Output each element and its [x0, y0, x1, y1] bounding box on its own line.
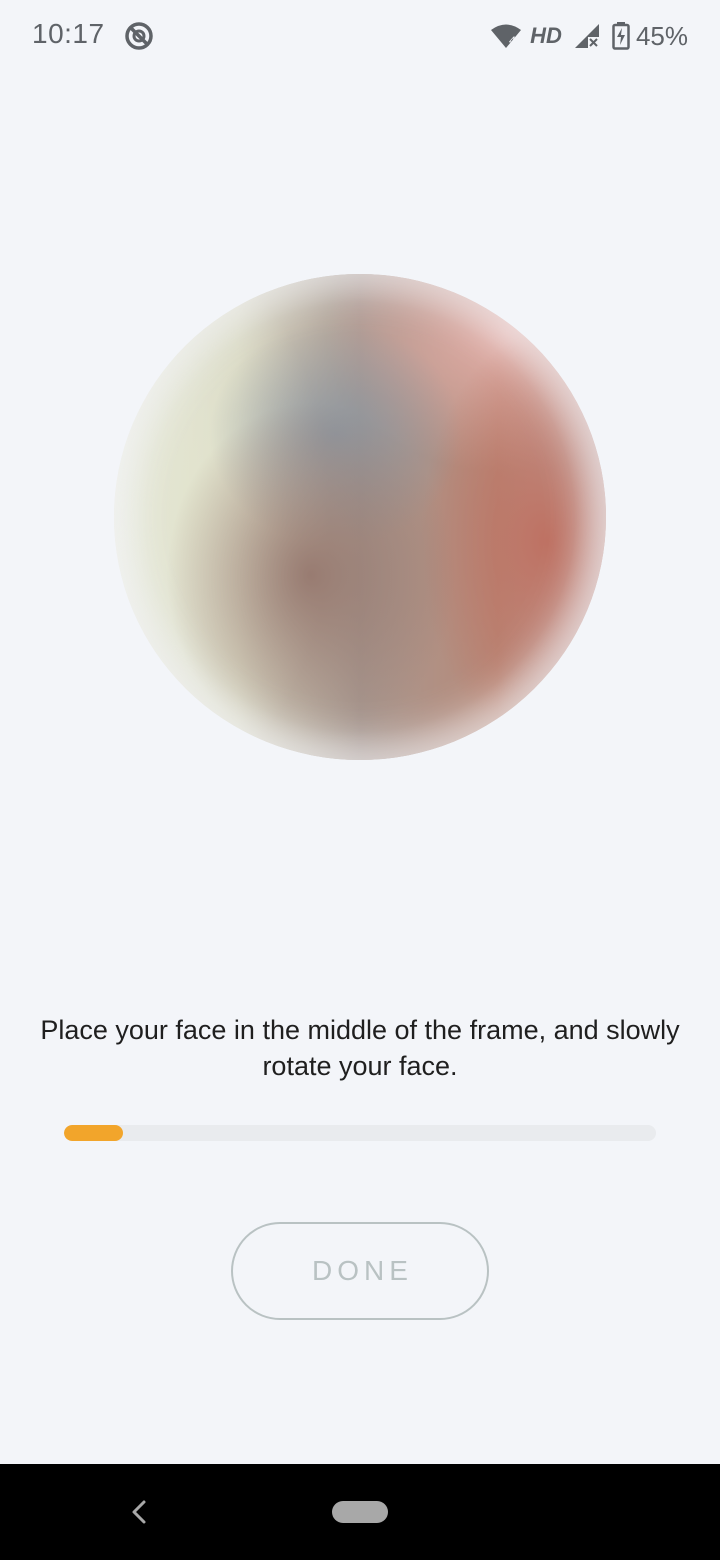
navigation-bar	[0, 1464, 720, 1560]
status-icons: 4 HD 45%	[490, 20, 688, 52]
battery-percent: 45%	[635, 20, 688, 51]
signal-icon	[574, 24, 599, 48]
home-pill-icon[interactable]	[332, 1501, 388, 1523]
status-bar: 10:17 4 HD 45%	[0, 0, 720, 72]
instruction-text: Place your face in the middle of the fra…	[40, 1015, 680, 1081]
scan-progress-bar	[64, 1125, 656, 1141]
wifi-icon: 4	[491, 24, 522, 48]
back-icon[interactable]	[126, 1498, 152, 1526]
wifi-badge: 4	[509, 35, 515, 47]
battery-charging-icon	[612, 22, 630, 50]
blocked-circle-icon	[125, 22, 153, 50]
scan-progress-fill	[64, 1125, 124, 1141]
hd-label: HD	[530, 23, 562, 48]
status-time: 10:17	[32, 18, 105, 49]
camera-face-preview	[114, 274, 606, 760]
done-button[interactable]: DONE	[231, 1222, 489, 1320]
